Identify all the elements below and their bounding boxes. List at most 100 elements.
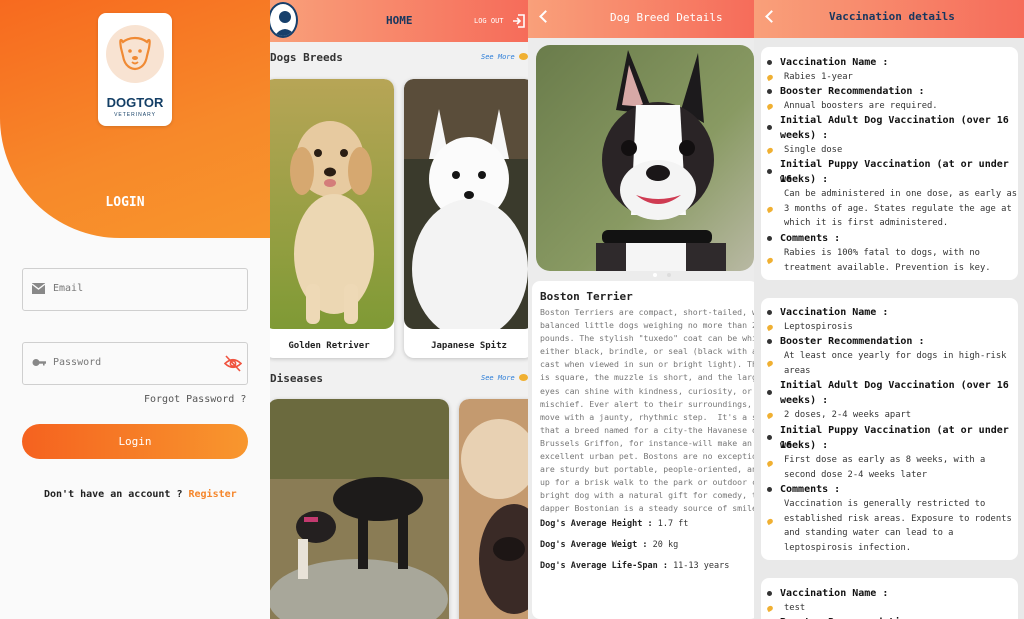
mail-icon bbox=[32, 283, 45, 294]
dog-logo-icon bbox=[119, 36, 151, 71]
carousel-indicator bbox=[653, 262, 681, 281]
breed-image-carousel[interactable] bbox=[536, 45, 754, 271]
booster-label: Booster Recommendation : bbox=[780, 615, 925, 619]
details-title: Dog Breed Details bbox=[610, 11, 723, 24]
bullet-icon bbox=[767, 89, 772, 94]
bullet-icon bbox=[767, 435, 772, 440]
breeds-section-title: Dogs Breeds bbox=[270, 51, 343, 64]
adult-label-cont: weeks) : bbox=[780, 395, 829, 406]
weight-label: Dog's Average Weigt : bbox=[540, 540, 648, 550]
adult-value: Single dose bbox=[784, 145, 843, 155]
paw-bullet-icon bbox=[766, 205, 774, 214]
puppy-value: First dose as early as 8 weeks, with a s… bbox=[784, 455, 986, 480]
back-arrow-icon[interactable] bbox=[765, 10, 778, 23]
bullet-icon bbox=[767, 169, 772, 174]
logout-icon[interactable] bbox=[512, 14, 525, 28]
paw-bullet-icon bbox=[766, 411, 774, 420]
disease-dog-photo bbox=[270, 399, 449, 619]
password-field[interactable]: Password bbox=[22, 342, 248, 385]
vaccine-card: Vaccination Name : test Booster Recommen… bbox=[761, 578, 1018, 619]
vaccination-screen: Vaccination details Vaccination Name : R… bbox=[754, 0, 1024, 619]
breed-card-japanese-spitz[interactable]: Japanese Spitz bbox=[404, 79, 528, 358]
disease-card[interactable] bbox=[270, 399, 449, 619]
bullet-icon bbox=[767, 125, 772, 130]
breed-description: Boston Terriers are compact, short-taile… bbox=[540, 307, 754, 514]
logo-name: DOGTOR bbox=[106, 95, 164, 110]
signup-prompt: Don't have an account ? Register bbox=[44, 489, 237, 500]
breed-info-card: Boston Terrier Boston Terriers are compa… bbox=[532, 281, 754, 619]
forgot-password-link[interactable]: Forgot Password ? bbox=[144, 394, 246, 405]
height-value: 1.7 ft bbox=[657, 519, 689, 529]
comments-label: Comments : bbox=[780, 484, 841, 495]
breed-details-screen: Dog Breed Details Boston Terrier Boston … bbox=[528, 0, 754, 619]
bullet-icon bbox=[767, 339, 772, 344]
paw-bullet-icon bbox=[766, 73, 774, 82]
breeds-see-more[interactable]: See More bbox=[481, 53, 515, 61]
eye-off-icon[interactable] bbox=[224, 355, 242, 372]
adult-value: 2 doses, 2-4 weeks apart bbox=[784, 410, 912, 420]
user-avatar[interactable] bbox=[270, 2, 298, 38]
paw-icon bbox=[519, 374, 528, 381]
paw-bullet-icon bbox=[766, 256, 774, 265]
diseases-section-title: Diseases bbox=[270, 372, 323, 385]
bullet-icon bbox=[767, 60, 772, 65]
register-link[interactable]: Register bbox=[189, 489, 237, 500]
email-field[interactable]: Email bbox=[22, 268, 248, 311]
adult-label: Initial Adult Dog Vaccination (over 16 bbox=[780, 115, 1009, 126]
logout-label[interactable]: LOG OUT bbox=[474, 17, 504, 25]
login-screen: DOGTOR VETERINARY LOGIN Email Password F… bbox=[0, 0, 270, 619]
vaccine-name-value: Rabies 1-year bbox=[784, 72, 853, 82]
comments-value: Rabies is 100% fatal to dogs, with no tr… bbox=[784, 248, 991, 273]
breed-card-golden-retriever[interactable]: Golden Retriver bbox=[270, 79, 394, 358]
disease-dog-closeup-photo bbox=[459, 399, 528, 619]
booster-label: Booster Recommendation : bbox=[780, 336, 925, 347]
booster-value: At least once yearly for dogs in high-ri… bbox=[784, 351, 1007, 376]
home-screen: HOME LOG OUT Dogs Breeds See More Golden… bbox=[270, 0, 528, 619]
email-placeholder: Email bbox=[53, 283, 84, 294]
login-title: LOGIN bbox=[105, 195, 145, 210]
diseases-see-more[interactable]: See More bbox=[481, 374, 515, 382]
booster-label: Booster Recommendation : bbox=[780, 86, 925, 97]
key-icon bbox=[32, 359, 46, 366]
paw-bullet-icon bbox=[766, 323, 774, 332]
puppy-label-cont: weeks) : bbox=[780, 174, 829, 185]
paw-bullet-icon bbox=[766, 459, 774, 468]
paw-bullet-icon bbox=[766, 517, 774, 526]
bullet-icon bbox=[767, 390, 772, 395]
breed-card-label: Japanese Spitz bbox=[431, 341, 507, 351]
breed-name: Boston Terrier bbox=[540, 290, 633, 303]
vaccine-name-label: Vaccination Name : bbox=[780, 307, 889, 318]
vaccine-name-value: Leptospirosis bbox=[784, 322, 853, 332]
password-placeholder: Password bbox=[53, 357, 102, 368]
disease-card[interactable] bbox=[459, 399, 528, 619]
boston-terrier-photo bbox=[536, 45, 754, 271]
details-topbar: Dog Breed Details bbox=[528, 0, 754, 38]
breed-card-label: Golden Retriver bbox=[288, 341, 370, 351]
vaccine-name-label: Vaccination Name : bbox=[780, 57, 889, 68]
height-label: Dog's Average Height : bbox=[540, 519, 653, 529]
average-lifespan: Dog's Average Life-Span : 11-13 years bbox=[540, 561, 729, 571]
puppy-value: Can be administered in one dose, as earl… bbox=[784, 189, 1018, 228]
adult-label-cont: weeks) : bbox=[780, 130, 829, 141]
paw-bullet-icon bbox=[766, 102, 774, 111]
vaccine-name-label: Vaccination Name : bbox=[780, 588, 889, 599]
login-button[interactable]: Login bbox=[22, 424, 248, 459]
average-weight: Dog's Average Weigt : 20 kg bbox=[540, 540, 678, 550]
bullet-icon bbox=[767, 487, 772, 492]
bullet-icon bbox=[767, 591, 772, 596]
vaccine-card: Vaccination Name : Rabies 1-year Booster… bbox=[761, 47, 1018, 280]
bullet-icon bbox=[767, 236, 772, 241]
comments-value: Vaccination is generally restricted to e… bbox=[784, 499, 1012, 553]
weight-value: 20 kg bbox=[652, 540, 679, 550]
user-icon bbox=[274, 11, 296, 36]
logo-subtitle: VETERINARY bbox=[114, 112, 156, 118]
home-title: HOME bbox=[386, 14, 413, 27]
lifespan-value: 11-13 years bbox=[673, 561, 730, 571]
no-account-text: Don't have an account ? bbox=[44, 489, 189, 500]
paw-bullet-icon bbox=[766, 359, 774, 368]
comments-label: Comments : bbox=[780, 233, 841, 244]
booster-value: Annual boosters are required. bbox=[784, 101, 938, 111]
back-arrow-icon[interactable] bbox=[539, 10, 552, 23]
bullet-icon bbox=[767, 310, 772, 315]
paw-bullet-icon bbox=[766, 604, 774, 613]
